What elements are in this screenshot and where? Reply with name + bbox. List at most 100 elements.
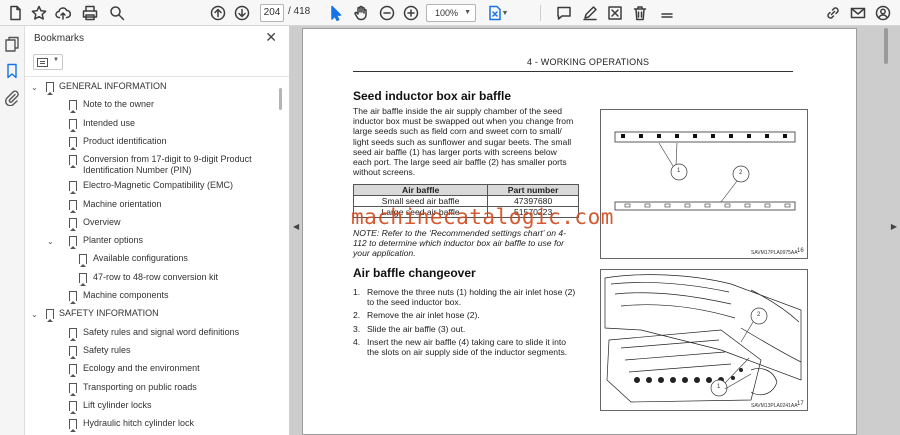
print-icon[interactable] [80, 3, 100, 23]
bookmark-label: Available configurations [93, 253, 188, 264]
table-header-cell: Air baffle [352, 184, 489, 196]
bookmark-icon [69, 364, 77, 378]
zoom-value: 100% [435, 8, 459, 18]
bookmark-label: Intended use [83, 117, 136, 128]
bookmark-icon [69, 419, 77, 433]
bookmark-icon [69, 382, 77, 396]
callout-label: 1 [717, 384, 721, 390]
comment-icon[interactable] [554, 3, 574, 23]
previous-page-icon[interactable] [208, 3, 228, 23]
bookmark-icon [69, 136, 77, 150]
bookmark-label: Safety rules [83, 344, 131, 355]
chevron-down-icon[interactable]: ▼ [500, 3, 510, 23]
step-number: 4. [353, 336, 361, 347]
air-baffle-illustration [614, 131, 796, 211]
figure-number: 16 [797, 248, 804, 254]
step-text: Insert the new air baffle (4) taking car… [367, 336, 568, 358]
bookmark-icon [69, 118, 77, 132]
list-item: 2. Remove the air inlet hose (2). [353, 310, 579, 320]
bookmark-label: SAFETY INFORMATION [59, 308, 159, 319]
figure-air-baffles: 1 2 SAVM17PLA0975AA 16 [600, 109, 808, 259]
bookmark-icon [69, 400, 77, 414]
collapse-left-icon[interactable]: ◀ [293, 222, 299, 231]
figure-number: 17 [797, 401, 804, 407]
panel-scrollbar-thumb[interactable] [279, 88, 282, 110]
list-options-icon [37, 58, 48, 67]
zoom-in-icon[interactable] [401, 3, 421, 23]
bookmark-label: Planter options [83, 235, 144, 246]
bookmark-label: Machine orientation [83, 198, 162, 209]
list-item: 1. Remove the three nuts (1) holding the… [353, 287, 579, 307]
zoom-out-icon[interactable] [377, 3, 397, 23]
cloud-upload-icon[interactable] [53, 3, 73, 23]
step-text: Slide the air baffle (3) out. [367, 323, 466, 334]
bookmark-icon [79, 272, 87, 286]
step-number: 2. [353, 310, 361, 321]
bookmark-label: Lift cylinder locks [83, 399, 152, 410]
bookmark-icon [69, 345, 77, 359]
account-icon[interactable] [873, 3, 893, 23]
bookmark-icon [69, 327, 77, 341]
section-paragraph: The air baffle inside the air supply cha… [353, 106, 574, 178]
more-tools-icon[interactable] [657, 3, 677, 23]
section-title-seed-inductor: Seed inductor box air baffle [353, 89, 512, 103]
zoom-search-icon[interactable] [107, 3, 127, 23]
bookmark-label: Electro-Magnetic Compatibility (EMC) [83, 180, 234, 191]
chevron-down-icon: ▼ [53, 57, 59, 63]
cursor-select-icon[interactable] [326, 3, 346, 23]
zoom-select[interactable]: 100% ▼ [426, 4, 476, 22]
hand-tool-icon[interactable] [351, 3, 371, 23]
bookmarks-panel: Bookmarks ✕ ▼ ⌄ GENERAL INFORMATION Note t… [25, 26, 290, 435]
page-thumbnails-icon[interactable] [4, 36, 20, 52]
callout-label: 1 [677, 168, 681, 174]
chevron-down-icon[interactable]: ⌄ [31, 82, 40, 93]
bookmark-label: Overview [83, 216, 121, 227]
bookmark-icon [69, 199, 77, 213]
pdf-page: 4 - WORKING OPERATIONS Seed inductor box… [302, 28, 857, 435]
page-header: 4 - WORKING OPERATIONS [527, 57, 650, 67]
figure-inductor-box: 2 1 SAVM13PLA0241AA 17 [600, 269, 808, 411]
step-number: 3. [353, 323, 361, 334]
bookmark-icon [46, 309, 54, 323]
chevron-down-icon[interactable]: ⌄ [47, 236, 56, 247]
page-icon[interactable] [5, 3, 25, 23]
note-paragraph: NOTE: Refer to the ‘Recommended settings… [353, 228, 567, 259]
step-text: Remove the air inlet hose (2). [367, 310, 480, 321]
link-edit-icon[interactable] [823, 3, 843, 23]
bookmark-icon [46, 82, 54, 95]
close-icon[interactable]: ✕ [265, 29, 277, 45]
callout-label: 2 [739, 170, 743, 176]
bookmarks-icon[interactable] [4, 63, 20, 79]
left-nav-rail [0, 26, 25, 435]
chevron-down-icon[interactable]: ⌄ [31, 309, 40, 320]
bookmark-label: Hydraulic hitch cylinder lock [83, 418, 195, 429]
inductor-box-illustration [604, 274, 802, 403]
pen-highlight-icon[interactable] [580, 3, 600, 23]
email-icon[interactable] [848, 3, 868, 23]
section-title-air-baffle-changeover: Air baffle changeover [353, 266, 476, 280]
list-item: 4. Insert the new air baffle (4) taking … [353, 337, 579, 357]
table-header-cell: Part number [487, 184, 579, 196]
bookmark-icon [69, 181, 77, 195]
list-item: 3. Slide the air baffle (3) out. [353, 324, 579, 334]
bookmark-label: Transporting on public roads [83, 381, 197, 392]
watermark: machinecatalogic.com [351, 205, 614, 229]
bookmark-label: Product identification [83, 135, 167, 146]
collapse-right-icon[interactable]: ▶ [891, 222, 897, 231]
attachments-icon[interactable] [4, 90, 20, 107]
bookmark-icon [69, 217, 77, 231]
panel-title: Bookmarks [34, 33, 85, 44]
figure-code: SAVM13PLA0241AA [751, 403, 798, 409]
bookmark-icon [69, 100, 77, 114]
delete-icon[interactable] [630, 3, 650, 23]
table-header-row: Air baffle Part number [352, 184, 579, 196]
stamp-icon[interactable] [605, 3, 625, 23]
steps-list: 1. Remove the three nuts (1) holding the… [353, 287, 579, 360]
document-scrollbar-thumb[interactable] [884, 28, 888, 64]
page-number-input[interactable]: 204 [260, 4, 284, 22]
bookmark-options-button[interactable]: ▼ [33, 54, 63, 70]
next-page-icon[interactable] [232, 3, 252, 23]
panel-divider [25, 76, 289, 77]
bookmark-star-icon[interactable] [29, 3, 49, 23]
figure-code: SAVM17PLA0975AA [751, 250, 798, 256]
